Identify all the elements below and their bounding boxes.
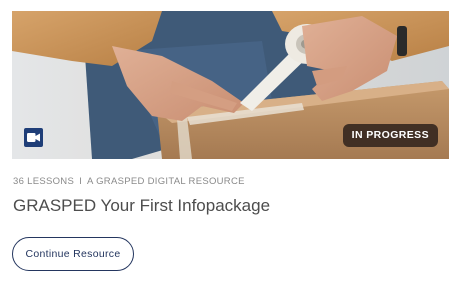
resource-title[interactable]: GRASPED Your First Infopackage: [13, 196, 270, 216]
meta-separator: I: [79, 176, 83, 187]
video-camera-icon: [24, 128, 43, 147]
continue-resource-button[interactable]: Continue Resource: [12, 237, 134, 271]
resource-meta: 36 LESSONS I A GRASPED DIGITAL RESOURCE: [13, 176, 245, 187]
lesson-count: 36 LESSONS: [13, 176, 75, 187]
resource-thumbnail[interactable]: IN PROGRESS: [12, 11, 449, 159]
status-badge: IN PROGRESS: [342, 124, 438, 147]
resource-type: A GRASPED DIGITAL RESOURCE: [87, 176, 245, 187]
resource-card[interactable]: IN PROGRESS 36 LESSONS I A GRASPED DIGITAL…: [0, 0, 460, 301]
